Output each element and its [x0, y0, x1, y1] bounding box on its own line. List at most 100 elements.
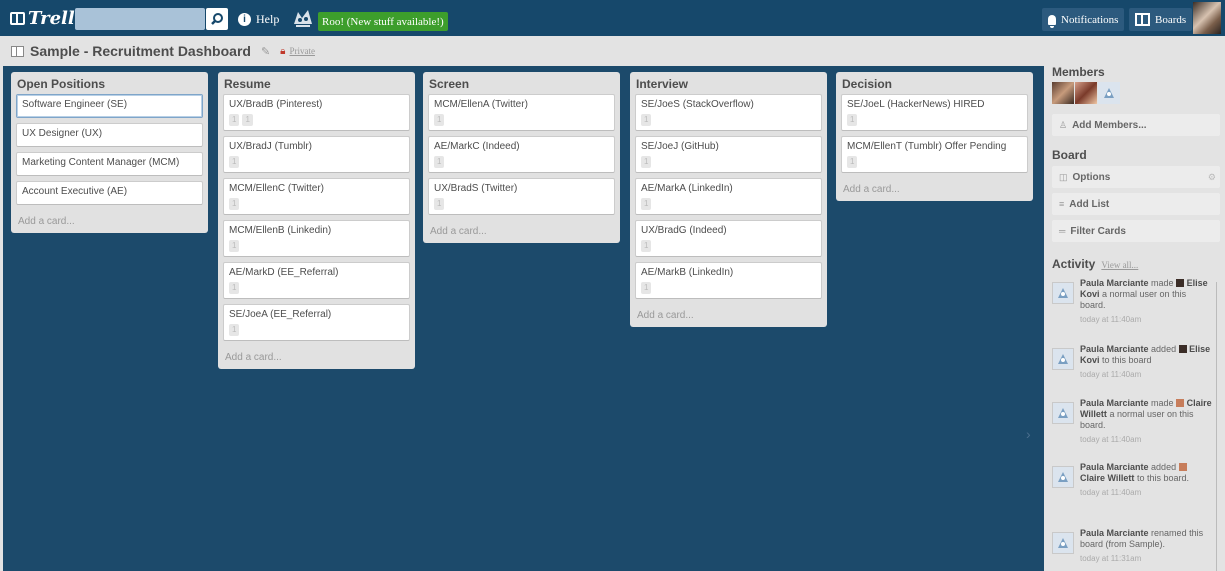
user-avatar[interactable]	[1193, 2, 1221, 34]
add-list-button[interactable]: ≡ Add List	[1052, 193, 1220, 215]
list-title[interactable]: Decision	[841, 75, 1028, 94]
activity-actor[interactable]: Paula Marciante	[1080, 278, 1149, 288]
filter-cards-button[interactable]: ═ Filter Cards	[1052, 220, 1220, 242]
list-column[interactable]: Decision SE/JoeL (HackerNews) HIRED 1 MCM/E…	[836, 72, 1033, 201]
card[interactable]: UX/BradG (Indeed) 1	[635, 220, 822, 257]
target-mini-avatar	[1178, 463, 1187, 471]
member-avatar[interactable]	[1052, 82, 1074, 104]
board-heading: Board	[1052, 148, 1087, 162]
card[interactable]: MCM/EllenC (Twitter) 1	[223, 178, 410, 215]
attachment-count-badge: 1	[641, 240, 652, 252]
add-card-link[interactable]: Add a card...	[428, 220, 615, 238]
add-card-link[interactable]: Add a card...	[841, 178, 1028, 196]
card[interactable]: SE/JoeA (EE_Referral) 1	[223, 304, 410, 341]
default-avatar-icon	[1058, 538, 1068, 548]
activity-verb: made	[1151, 278, 1174, 288]
attachment-count-badge: 1	[229, 282, 240, 294]
list-column[interactable]: Open Positions Software Engineer (SE) UX D…	[11, 72, 208, 233]
card[interactable]: MCM/EllenT (Tumblr) Offer Pending 1	[841, 136, 1028, 173]
scroll-right-icon[interactable]: ›	[1026, 426, 1031, 442]
activity-actor[interactable]: Paula Marciante	[1080, 398, 1149, 408]
card[interactable]: UX/BradB (Pinterest) 1 1	[223, 94, 410, 131]
add-card-link[interactable]: Add a card...	[635, 304, 822, 322]
notifications-button[interactable]: Notifications	[1042, 8, 1125, 31]
card-badges: 1	[229, 282, 404, 294]
lock-icon: 🔒︎	[280, 45, 286, 57]
card[interactable]: SE/JoeJ (GitHub) 1	[635, 136, 822, 173]
add-card-link[interactable]: Add a card...	[223, 346, 410, 364]
list-column[interactable]: Resume UX/BradB (Pinterest) 1 1 UX/BradJ (Tu…	[218, 72, 415, 369]
activity-rest: to this board	[1102, 355, 1152, 365]
member-avatar[interactable]	[1075, 82, 1097, 104]
card[interactable]: SE/JoeS (StackOverflow) 1	[635, 94, 822, 131]
card[interactable]: UX/BradS (Twitter) 1	[428, 178, 615, 215]
card-title: Marketing Content Manager (MCM)	[22, 157, 180, 168]
card[interactable]: UX/BradJ (Tumblr) 1	[223, 136, 410, 173]
help-button[interactable]: i Help	[238, 9, 279, 29]
board-title[interactable]: Sample - Recruitment Dashboard	[30, 43, 251, 59]
search-button[interactable]	[206, 8, 228, 30]
board-icon	[11, 45, 24, 57]
card[interactable]: AE/MarkD (EE_Referral) 1	[223, 262, 410, 299]
notifications-label: Notifications	[1061, 13, 1119, 26]
members-heading: Members	[1052, 65, 1105, 79]
boards-button[interactable]: Boards	[1129, 8, 1193, 31]
list-title[interactable]: Open Positions	[16, 75, 203, 94]
actor-avatar[interactable]	[1052, 348, 1074, 370]
list-title[interactable]: Screen	[428, 75, 615, 94]
activity-text: Paula Marciante renamed this board (from…	[1080, 528, 1212, 564]
search-icon	[211, 13, 223, 25]
new-stuff-announcement[interactable]: Roo! (New stuff available!)	[318, 12, 448, 31]
card[interactable]: UX Designer (UX)	[16, 123, 203, 147]
activity-scrollbar[interactable]	[1216, 282, 1217, 571]
default-avatar-icon	[1058, 472, 1068, 482]
visibility-link[interactable]: Private	[289, 46, 315, 56]
card[interactable]: Marketing Content Manager (MCM)	[16, 152, 203, 176]
activity-timestamp: today at 11:40am	[1080, 488, 1142, 497]
actor-avatar[interactable]	[1052, 532, 1074, 554]
actor-avatar[interactable]	[1052, 466, 1074, 488]
card[interactable]: Software Engineer (SE)	[16, 94, 203, 118]
activity-actor[interactable]: Paula Marciante	[1080, 528, 1149, 538]
info-icon: i	[238, 12, 251, 26]
card-title: MCM/EllenA (Twitter)	[434, 99, 528, 110]
card[interactable]: AE/MarkB (LinkedIn) 1	[635, 262, 822, 299]
bell-icon	[1048, 14, 1056, 28]
add-members-label: Add Members...	[1072, 119, 1147, 131]
list-title[interactable]: Resume	[223, 75, 410, 94]
view-all-link[interactable]: View all...	[1101, 260, 1138, 270]
list-title[interactable]: Interview	[635, 75, 822, 94]
attachment-count-badge: 1	[847, 114, 858, 126]
card[interactable]: AE/MarkA (LinkedIn) 1	[635, 178, 822, 215]
card[interactable]: MCM/EllenA (Twitter) 1	[428, 94, 615, 131]
card[interactable]: SE/JoeL (HackerNews) HIRED 1	[841, 94, 1028, 131]
activity-item: Paula Marciante made Claire Willett a no…	[1052, 398, 1212, 445]
attachment-count-badge: 1	[434, 198, 445, 210]
card[interactable]: AE/MarkC (Indeed) 1	[428, 136, 615, 173]
member-avatar[interactable]	[1098, 82, 1120, 104]
card-title: AE/MarkD (EE_Referral)	[229, 267, 339, 278]
activity-actor[interactable]: Paula Marciante	[1080, 344, 1149, 354]
taco-mascot-icon[interactable]	[292, 6, 314, 30]
activity-timestamp: today at 11:40am	[1080, 435, 1142, 444]
attachment-count-badge: 1	[229, 324, 240, 336]
actor-avatar[interactable]	[1052, 402, 1074, 424]
list-column[interactable]: Screen MCM/EllenA (Twitter) 1 AE/MarkC (Ind…	[423, 72, 620, 243]
activity-target[interactable]: Claire Willett	[1080, 473, 1134, 483]
card-badges: 11	[229, 114, 404, 126]
card[interactable]: Account Executive (AE)	[16, 181, 203, 205]
card-badges: 1	[641, 282, 816, 294]
card-badges: 1	[434, 198, 609, 210]
search-input[interactable]	[75, 8, 205, 30]
add-members-button[interactable]: ♙ Add Members...	[1052, 114, 1220, 136]
activity-actor[interactable]: Paula Marciante	[1080, 462, 1149, 472]
card-title: SE/JoeL (HackerNews) HIRED	[847, 99, 985, 110]
attachment-count-badge: 1	[641, 114, 652, 126]
actor-avatar[interactable]	[1052, 282, 1074, 304]
options-button[interactable]: ◫ Options ⚙	[1052, 166, 1220, 188]
add-card-link[interactable]: Add a card...	[16, 210, 203, 228]
list-column[interactable]: Interview SE/JoeS (StackOverflow) 1 SE/JoeJ…	[630, 72, 827, 327]
card[interactable]: MCM/EllenB (Linkedin) 1	[223, 220, 410, 257]
target-mini-avatar	[1178, 345, 1187, 353]
edit-pencil-icon[interactable]: ✎	[261, 45, 270, 58]
